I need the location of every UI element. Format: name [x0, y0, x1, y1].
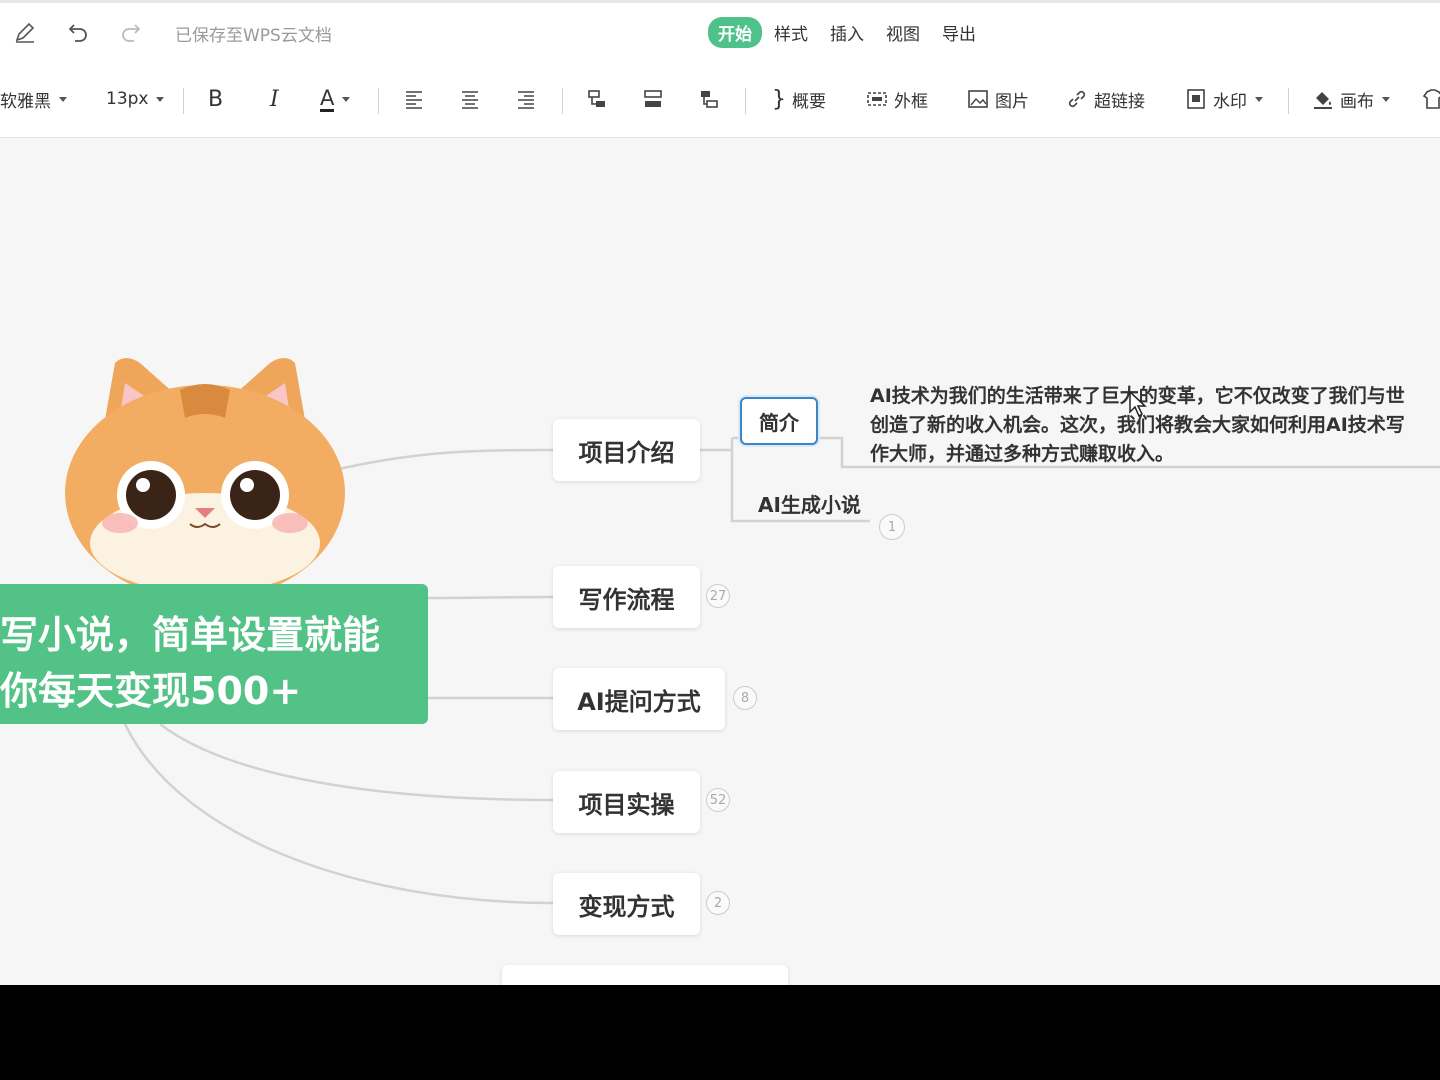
toolbar-divider: [562, 88, 563, 114]
image-label: 图片: [995, 91, 1029, 112]
link-icon: [1068, 90, 1086, 108]
theme-shirt-icon[interactable]: [1422, 84, 1440, 114]
branch-node-partial[interactable]: [502, 965, 788, 985]
canvas-button[interactable]: 画布: [1312, 84, 1390, 114]
branch-node-practice[interactable]: 项目实操: [553, 771, 700, 833]
branch-node-monetization[interactable]: 变现方式: [553, 873, 700, 935]
toolbar-divider: [183, 88, 184, 114]
toolbar-divider: [745, 88, 746, 114]
branch-node-ai-prompts[interactable]: AI提问方式: [553, 668, 725, 730]
chevron-down-icon: [1382, 96, 1390, 102]
canvas-label: 画布: [1340, 91, 1374, 112]
root-node[interactable]: 写小说，简单设置就能 你每天变现500+: [0, 584, 428, 724]
redo-icon[interactable]: [118, 19, 144, 45]
font-family-select[interactable]: 软雅黑: [0, 84, 67, 114]
intro-text-line: 作大师，并通过多种方式赚取收入。: [870, 443, 1175, 465]
menu-start[interactable]: 开始: [708, 17, 762, 48]
frame-button[interactable]: 外框: [866, 84, 928, 114]
toolbar-divider: [378, 88, 379, 114]
font-color-letter: A: [320, 85, 335, 112]
main-menu: 开始 样式 插入 视图 导出: [708, 17, 988, 48]
italic-button[interactable]: I: [270, 84, 279, 114]
save-status-text: 已保存至WPS云文档: [175, 26, 332, 46]
menu-export[interactable]: 导出: [932, 17, 986, 48]
collapsed-count-badge[interactable]: 27: [706, 584, 730, 608]
image-icon: [968, 90, 988, 108]
bold-button[interactable]: B: [208, 84, 223, 114]
align-right-icon[interactable]: [515, 84, 537, 114]
branch-node-project-intro[interactable]: 项目介绍: [553, 419, 700, 481]
font-size-value: 13px: [106, 89, 149, 109]
font-family-value: 软雅黑: [0, 91, 51, 112]
root-text-line-1: 写小说，简单设置就能: [0, 613, 381, 657]
summary-button[interactable]: } 概要: [772, 84, 826, 114]
subtopic-intro-selected[interactable]: 简介: [740, 397, 818, 445]
collapsed-count-badge[interactable]: 8: [733, 686, 757, 710]
subtopic-ai-novel[interactable]: AI生成小说: [758, 489, 861, 518]
format-toolbar: 软雅黑 13px B I A } 概要 外框 图片 超链接 水印 画布: [0, 60, 1440, 138]
watermark-button[interactable]: 水印: [1185, 84, 1263, 114]
font-size-select[interactable]: 13px: [106, 84, 165, 114]
chevron-down-icon: [156, 96, 165, 102]
align-center-icon[interactable]: [459, 84, 481, 114]
watermark-label: 水印: [1213, 91, 1247, 112]
hyperlink-button[interactable]: 超链接: [1066, 84, 1145, 114]
menu-insert[interactable]: 插入: [820, 17, 874, 48]
insert-parent-node-icon[interactable]: [698, 84, 720, 114]
brace-icon: }: [772, 86, 786, 112]
insert-child-node-icon[interactable]: [586, 84, 608, 114]
toolbar-divider: [1288, 88, 1289, 114]
mindmap-canvas[interactable]: 写小说，简单设置就能 你每天变现500+ 项目介绍 写作流程 27 AI提问方式…: [0, 138, 1440, 985]
align-left-icon[interactable]: [403, 84, 425, 114]
top-menu-bar: 已保存至WPS云文档 开始 样式 插入 视图 导出: [0, 0, 1440, 60]
collapsed-count-badge[interactable]: 2: [706, 891, 730, 915]
frame-label: 外框: [894, 91, 928, 112]
chevron-down-icon: [1255, 96, 1263, 102]
undo-icon[interactable]: [65, 19, 91, 45]
frame-icon: [867, 92, 887, 106]
collapsed-count-badge[interactable]: 1: [879, 514, 905, 540]
mouse-cursor-icon: [1129, 390, 1147, 418]
font-color-button[interactable]: A: [320, 84, 351, 114]
chevron-down-icon: [59, 96, 67, 102]
summary-label: 概要: [792, 91, 826, 112]
chevron-down-icon: [342, 96, 351, 102]
cat-illustration: [65, 358, 345, 593]
watermark-icon: [1187, 89, 1205, 109]
menu-view[interactable]: 视图: [876, 17, 930, 48]
image-button[interactable]: 图片: [967, 84, 1029, 114]
app-window: 已保存至WPS云文档 开始 样式 插入 视图 导出 软雅黑 13px B I A: [0, 0, 1440, 985]
paint-bucket-icon: [1314, 92, 1332, 109]
edit-pen-icon[interactable]: [12, 19, 38, 45]
root-text-line-2: 你每天变现500+: [0, 669, 302, 713]
insert-sibling-node-icon[interactable]: [642, 84, 664, 114]
menu-style[interactable]: 样式: [764, 17, 818, 48]
hyperlink-label: 超链接: [1094, 91, 1145, 112]
branch-node-writing-process[interactable]: 写作流程: [553, 566, 700, 628]
collapsed-count-badge[interactable]: 52: [706, 788, 730, 812]
